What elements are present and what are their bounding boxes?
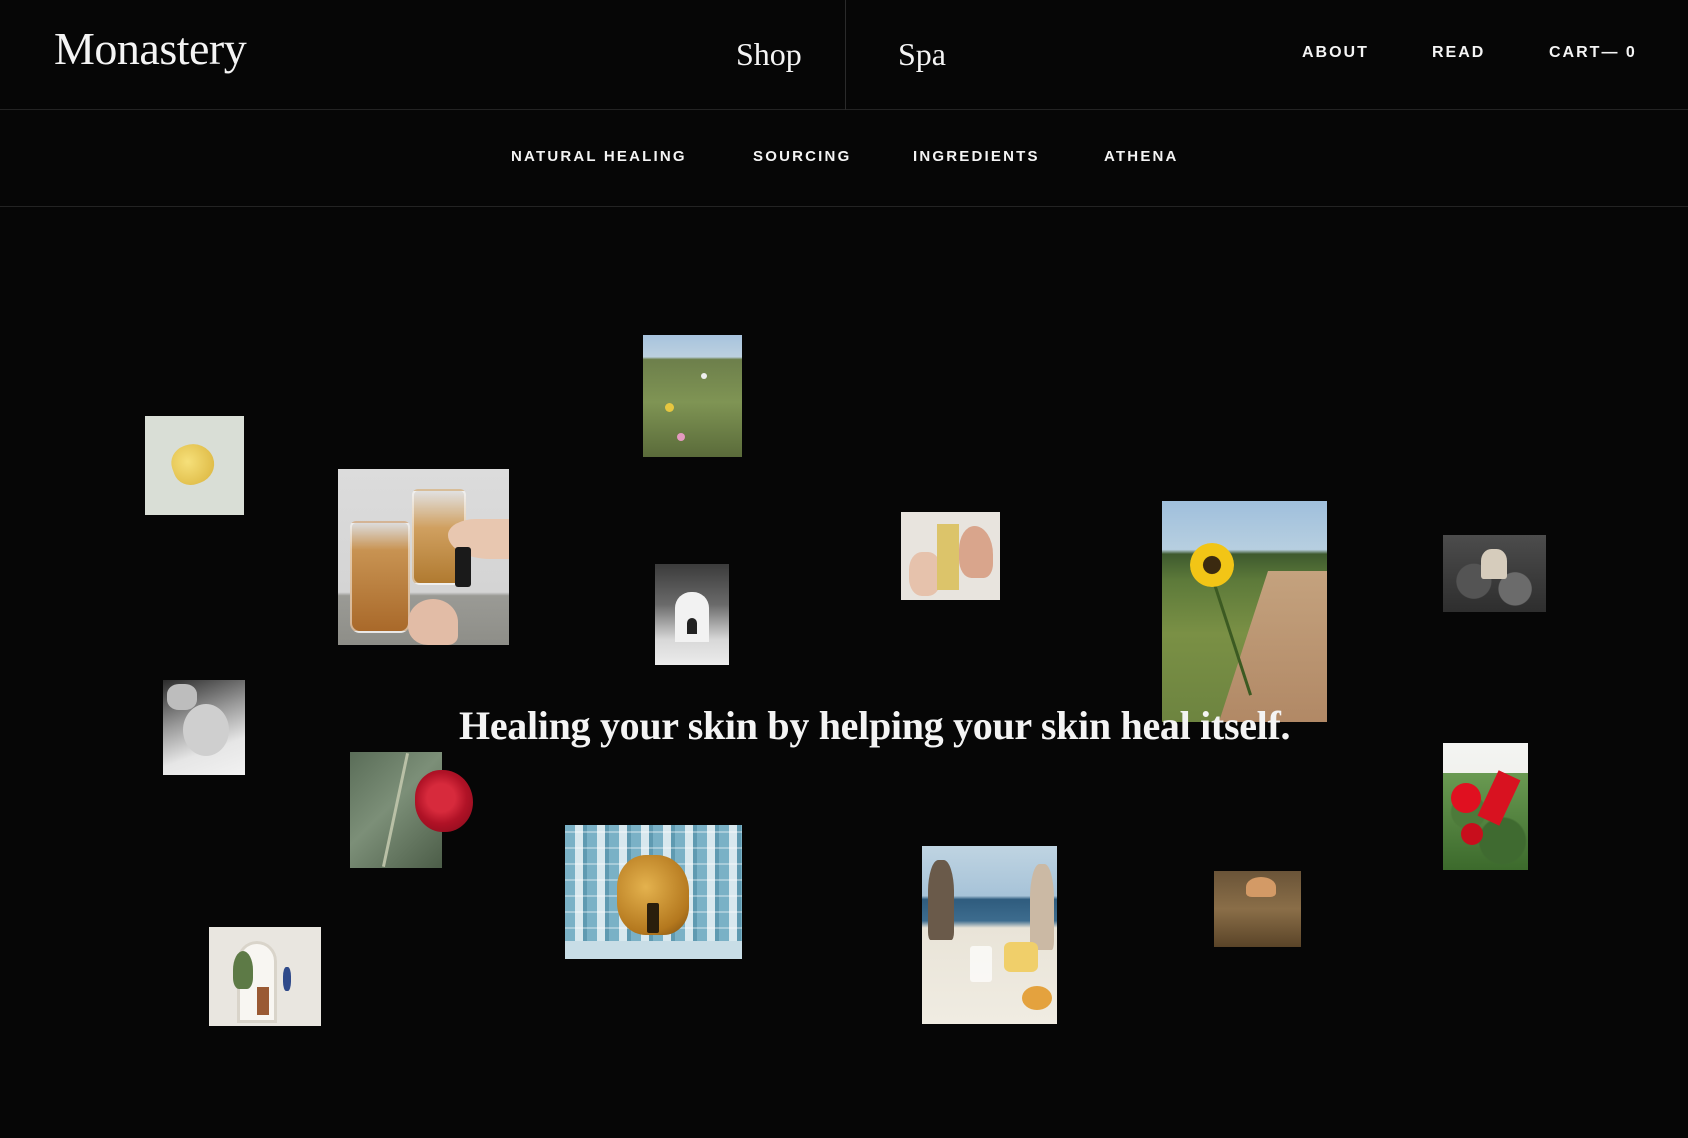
hand-bottom [408,599,458,645]
serum-bottle [647,903,659,933]
straw-hat [1246,877,1276,897]
therapist-hands [167,684,197,710]
red-rose [415,770,473,832]
collage-image-sunflower-road[interactable] [1162,501,1327,722]
page: Monastery Shop Spa ABOUT READ CART— 0 NA… [0,0,1688,1138]
sunflower-head [1190,543,1234,587]
product-box [937,524,959,590]
collage-image-beakers[interactable] [338,469,509,645]
subnav-ingredients[interactable]: INGREDIENTS [913,148,1040,165]
collage-image-seaside-table[interactable] [922,846,1057,1024]
collage-image-vase-tiles[interactable] [565,825,742,959]
sub-nav: NATURAL HEALING SOURCING INGREDIENTS ATH… [0,110,1688,207]
collage-image-archway[interactable] [209,927,321,1026]
yellow-cup [1004,942,1038,972]
flower-white [701,373,707,379]
tile-floor [565,941,742,959]
nav-divider [845,0,846,110]
collage-image-chapel[interactable] [655,564,729,665]
image-collage: Healing your skin by helping your skin h… [0,207,1688,1138]
collage-image-red-roses[interactable] [1443,743,1528,870]
blue-vase [283,967,291,991]
collage-image-facial[interactable] [163,680,245,775]
subnav-athena[interactable]: ATHENA [1104,148,1179,165]
nav-link-about[interactable]: ABOUT [1302,44,1369,62]
plant [233,951,253,989]
collage-image-rocks[interactable] [1443,535,1546,612]
collage-image-leaf-rose[interactable] [350,752,475,868]
shell [959,526,993,578]
flower-yellow [665,403,674,412]
subnav-natural-healing[interactable]: NATURAL HEALING [511,148,687,165]
rose-1 [1451,783,1481,813]
collage-image-product-hand[interactable] [901,512,1000,600]
face [183,704,229,756]
collage-image-yellow-swatch[interactable] [145,416,244,515]
dropper-bottle [455,547,471,587]
fruit [1022,986,1052,1010]
nav-link-read[interactable]: READ [1432,44,1485,62]
chapel-building [675,592,709,642]
chapel-door [687,618,697,634]
rose-3 [1461,823,1483,845]
glass [970,946,992,982]
rock-figure [1481,549,1507,579]
chair [257,987,269,1015]
person-left [928,860,954,940]
cart-link[interactable]: CART— 0 [1549,44,1637,62]
beaker-left [350,521,410,633]
swatch-blob [166,438,220,490]
collage-image-wildflower-field[interactable] [643,335,742,457]
subnav-sourcing[interactable]: SOURCING [753,148,851,165]
flower-pink [677,433,685,441]
person-right [1030,864,1054,950]
collage-image-rock-hat[interactable] [1214,871,1301,947]
site-header: Monastery Shop Spa ABOUT READ CART— 0 [0,0,1688,110]
nav-link-spa[interactable]: Spa [898,36,946,73]
nav-link-shop[interactable]: Shop [736,36,802,73]
